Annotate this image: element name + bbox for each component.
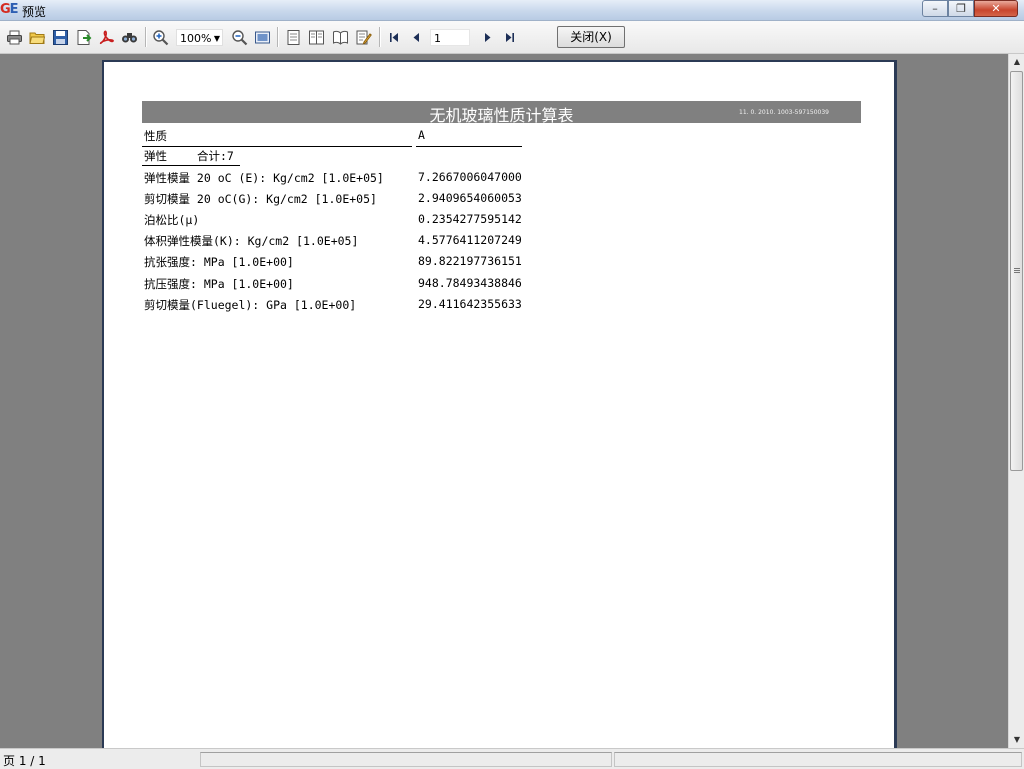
pdf-icon [99, 30, 114, 44]
close-window-button[interactable]: ✕ [974, 0, 1018, 17]
next-page-button[interactable] [477, 27, 497, 47]
toolbar-separator [379, 27, 381, 47]
prev-page-button[interactable] [406, 27, 426, 47]
print-icon [6, 30, 22, 44]
last-page-button[interactable] [499, 27, 519, 47]
close-preview-button[interactable]: 关闭(X) [557, 26, 625, 48]
row-label: 抗张强度: MPa [1.0E+00] [144, 255, 294, 269]
window-title: 预览 [22, 5, 47, 19]
edit-icon [356, 30, 372, 45]
row-label: 弹性模量 20 oC (E): Kg/cm2 [1.0E+05] [144, 171, 384, 185]
group-total: 合计:7 [197, 149, 234, 163]
save-button[interactable] [50, 27, 70, 47]
row-value: 4.5776411207249 [418, 233, 522, 247]
page-number-value: 1 [434, 32, 441, 45]
zoom-out-button[interactable] [229, 27, 249, 47]
scroll-down-button[interactable]: ▼ [1009, 732, 1024, 748]
book-view-button[interactable] [330, 27, 350, 47]
maximize-button[interactable]: ❐ [948, 0, 974, 17]
edit-button[interactable] [353, 27, 373, 47]
grip-icon [1014, 268, 1020, 269]
logo-letter-e: E [9, 2, 19, 17]
row-label: 抗压强度: MPa [1.0E+00] [144, 277, 294, 291]
find-icon [121, 32, 137, 42]
minimize-icon: – [932, 2, 938, 15]
fit-page-button[interactable] [252, 27, 272, 47]
row-value: 2.9409654060053 [418, 191, 522, 205]
single-page-button[interactable] [283, 27, 303, 47]
toolbar-separator [277, 27, 279, 47]
zoom-value: 100% [180, 32, 212, 45]
status-pane [200, 752, 612, 767]
zoom-in-icon [152, 29, 168, 45]
header-underline-property [142, 146, 412, 147]
report-page: 无机玻璃性质计算表 11. 0. 2010. 1003-597150039 性质… [102, 60, 897, 748]
row-label: 体积弹性模量(K): Kg/cm2 [1.0E+05] [144, 234, 359, 248]
logo-letter-g: G [0, 2, 11, 17]
group-underline [142, 165, 240, 166]
row-label: 泊松比(μ) [144, 213, 200, 227]
scroll-thumb[interactable] [1010, 71, 1023, 471]
zoom-in-button[interactable] [150, 27, 170, 47]
fit-page-icon [254, 31, 270, 43]
export-icon [77, 29, 91, 45]
chevron-up-icon: ▲ [1013, 57, 1021, 66]
pdf-export-button[interactable] [96, 27, 116, 47]
save-icon [52, 29, 68, 45]
window-controls: – ❐ ✕ [922, 0, 1018, 18]
group-header: 弹性 合计:7 [144, 148, 234, 164]
first-page-button[interactable] [384, 27, 404, 47]
last-page-icon [505, 32, 514, 42]
column-header-property: 性质 [144, 129, 167, 143]
vertical-scrollbar[interactable]: ▲ ▼ [1008, 54, 1024, 748]
first-page-icon [389, 32, 398, 42]
title-bar: GE 预览 – ❐ ✕ [0, 0, 1024, 21]
two-page-button[interactable] [306, 27, 326, 47]
row-label: 剪切模量 20 oC(G): Kg/cm2 [1.0E+05] [144, 192, 377, 206]
row-value: 89.822197736151 [418, 254, 522, 268]
row-label: 剪切模量(Fluegel): GPa [1.0E+00] [144, 298, 357, 312]
report-viewport[interactable]: 无机玻璃性质计算表 11. 0. 2010. 1003-597150039 性质… [0, 54, 1008, 748]
app-logo: GE [0, 2, 19, 18]
status-bar: 页 1 / 1 [0, 748, 1024, 769]
toolbar-separator [145, 27, 147, 47]
page-info: 页 1 / 1 [3, 754, 46, 768]
toolbar: 100% ▼ 1 关闭(X) [0, 21, 1024, 54]
book-view-icon [332, 30, 348, 45]
prev-page-icon [413, 32, 419, 42]
single-page-icon [287, 29, 299, 45]
zoom-select[interactable]: 100% ▼ [176, 29, 223, 46]
chevron-down-icon: ▼ [213, 34, 220, 43]
two-page-icon [308, 30, 324, 44]
zoom-out-icon [231, 29, 247, 45]
report-header: 无机玻璃性质计算表 11. 0. 2010. 1003-597150039 [142, 101, 861, 125]
scroll-up-button[interactable]: ▲ [1009, 54, 1024, 70]
row-value: 0.2354277595142 [418, 212, 522, 226]
row-value: 29.411642355633 [418, 297, 522, 311]
column-header-value: A [418, 128, 425, 142]
close-preview-label: 关闭(X) [570, 30, 612, 44]
group-name: 弹性 [144, 149, 167, 163]
minimize-button[interactable]: – [922, 0, 948, 17]
export-button[interactable] [73, 27, 93, 47]
find-button[interactable] [119, 27, 139, 47]
open-folder-icon [28, 32, 45, 44]
print-button[interactable] [4, 27, 24, 47]
page-number-input[interactable]: 1 [430, 29, 470, 46]
report-code: 11. 0. 2010. 1003-597150039 [739, 109, 829, 116]
close-icon: ✕ [991, 2, 1001, 15]
header-underline-value [416, 146, 522, 147]
status-pane [614, 752, 1022, 767]
next-page-icon [484, 32, 490, 42]
restore-icon: ❐ [956, 2, 966, 15]
row-value: 948.78493438846 [418, 276, 522, 290]
row-value: 7.2667006047000 [418, 170, 522, 184]
chevron-down-icon: ▼ [1013, 735, 1021, 744]
open-button[interactable] [27, 27, 47, 47]
